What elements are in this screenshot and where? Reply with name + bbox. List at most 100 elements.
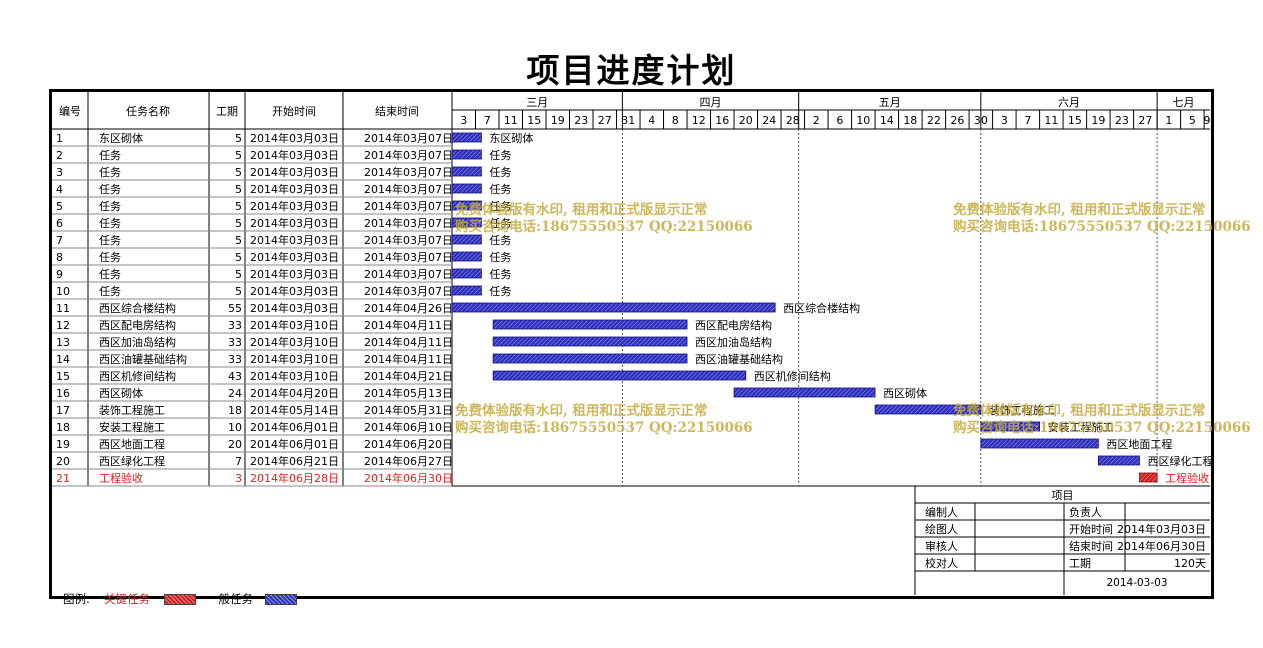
- task-bar: [451, 132, 482, 143]
- tick-label: 3: [460, 114, 467, 127]
- task-end: 2014年06月20日: [364, 437, 453, 451]
- bar-label: 西区配电房结构: [695, 318, 772, 332]
- task-duration: 20: [228, 438, 242, 451]
- month-label: 五月: [879, 96, 901, 109]
- bar-label: 任务: [489, 166, 511, 179]
- page-title: 项目进度计划: [526, 51, 737, 90]
- task-bar: [451, 149, 482, 160]
- task-start: 2014年03月03日: [250, 250, 339, 264]
- task-bar: [492, 319, 688, 330]
- month-label: 四月: [700, 96, 722, 109]
- task-start: 2014年05月14日: [250, 403, 339, 417]
- watermark-line2: 购买咨询电话:18675550537 QQ:22150066: [455, 219, 753, 235]
- task-duration: 24: [228, 387, 242, 400]
- task-start: 2014年03月03日: [250, 233, 339, 247]
- watermark-line2: 购买咨询电话:18675550537 QQ:22150066: [953, 219, 1251, 235]
- task-bar: [451, 251, 482, 262]
- tick-label: 28: [786, 114, 800, 127]
- task-start: 2014年03月03日: [250, 165, 339, 179]
- gantt-frame: 编号 任务名称 工期 开始时间 结束时间 1 东区砌体 5 2014年03月03日 2014年03…: [49, 89, 1251, 606]
- task-duration: 5: [235, 217, 242, 230]
- task-end: 2014年06月10日: [364, 420, 453, 434]
- info-date: 2014-03-03: [1106, 577, 1167, 589]
- bar-label: 西区机修间结构: [754, 369, 831, 383]
- column-header: 开始时间: [272, 104, 316, 118]
- tick-label: 12: [692, 114, 706, 127]
- task-end: 2014年05月31日: [364, 403, 453, 417]
- task-end: 2014年04月26日: [364, 301, 453, 315]
- tick-label: 16: [715, 114, 729, 127]
- bar-label: 任务: [489, 285, 511, 298]
- tick-label: 15: [1068, 114, 1082, 127]
- task-name: 西区绿化工程: [99, 454, 165, 468]
- task-end: 2014年03月07日: [364, 233, 453, 247]
- tick-label: 23: [1115, 114, 1129, 127]
- task-duration: 55: [228, 302, 242, 315]
- tick-label: 26: [950, 114, 964, 127]
- task-id: 18: [56, 421, 70, 434]
- task-id: 21: [56, 472, 70, 485]
- info-label: 开始时间: [1069, 522, 1113, 536]
- task-end: 2014年06月27日: [364, 454, 453, 468]
- info-value: 120天: [1174, 557, 1206, 570]
- task-start: 2014年03月03日: [250, 284, 339, 298]
- task-start: 2014年03月03日: [250, 216, 339, 230]
- column-header: 编号: [59, 104, 81, 118]
- task-duration: 7: [235, 455, 242, 468]
- task-name: 西区加油岛结构: [99, 335, 176, 349]
- task-id: 14: [56, 353, 70, 366]
- task-id: 1: [56, 132, 63, 145]
- bar-label: 任务: [489, 183, 511, 196]
- legend-prefix: 图例:: [63, 592, 90, 606]
- task-start: 2014年06月28日: [250, 471, 339, 485]
- task-name: 西区砌体: [99, 386, 143, 400]
- task-start: 2014年03月03日: [250, 199, 339, 213]
- task-id: 7: [56, 234, 63, 247]
- tick-label: 30: [974, 114, 988, 127]
- task-duration: 18: [228, 404, 242, 417]
- month-label: 七月: [1173, 96, 1195, 109]
- task-bar: [451, 183, 482, 194]
- gantt-chart: 编号 任务名称 工期 开始时间 结束时间1 东区砌体 5 2014年03月03日 2014年03…: [52, 92, 1211, 595]
- tick-label: 19: [1091, 114, 1105, 127]
- task-duration: 5: [235, 132, 242, 145]
- task-bar: [451, 166, 482, 177]
- info-label: 负责人: [1069, 505, 1102, 519]
- legend-normal-swatch: [265, 594, 297, 605]
- task-name: 任务: [99, 217, 121, 230]
- info-label: 校对人: [925, 556, 958, 570]
- task-name: 工程验收: [99, 471, 143, 485]
- legend-critical-swatch: [164, 594, 196, 605]
- tick-label: 5: [1189, 114, 1196, 127]
- task-start: 2014年03月10日: [250, 335, 339, 349]
- task-bar: [492, 353, 688, 364]
- legend-normal-label: 一般任务: [207, 592, 253, 606]
- tick-label: 11: [1044, 114, 1058, 127]
- bar-label: 任务: [489, 149, 511, 162]
- month-label: 三月: [526, 96, 548, 109]
- bar-label: 工程验收: [1165, 471, 1209, 485]
- task-duration: 33: [228, 319, 242, 332]
- task-name: 任务: [99, 200, 121, 213]
- tick-label: 18: [903, 114, 917, 127]
- task-end: 2014年03月07日: [364, 148, 453, 162]
- task-start: 2014年03月03日: [250, 182, 339, 196]
- task-id: 10: [56, 285, 70, 298]
- task-id: 13: [56, 336, 70, 349]
- task-name: 东区砌体: [99, 131, 143, 145]
- task-id: 3: [56, 166, 63, 179]
- task-end: 2014年03月07日: [364, 199, 453, 213]
- task-name: 任务: [99, 234, 121, 247]
- task-end: 2014年03月07日: [364, 250, 453, 264]
- info-header: 项目: [1052, 489, 1074, 502]
- tick-label: 23: [574, 114, 588, 127]
- watermark-line2: 购买咨询电话:18675550537 QQ:22150066: [455, 420, 753, 436]
- task-start: 2014年03月10日: [250, 318, 339, 332]
- tick-label: 9: [1204, 114, 1211, 127]
- info-label: 工期: [1069, 557, 1091, 570]
- task-start: 2014年03月10日: [250, 352, 339, 366]
- task-bar: [492, 336, 688, 347]
- task-bar: [492, 370, 747, 381]
- tick-label: 20: [739, 114, 753, 127]
- task-duration: 5: [235, 285, 242, 298]
